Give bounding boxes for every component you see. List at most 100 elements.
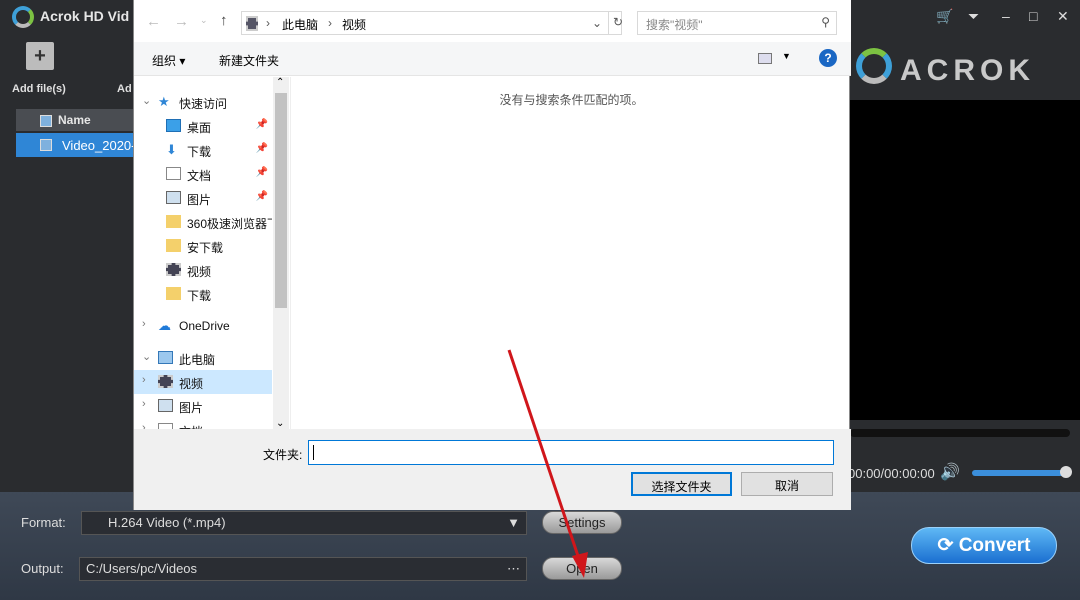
select-folder-dialog: ← → ⌄ ↑ › 此电脑 › 视频 ⌄ ↻ 搜索"视频" ⚲ 组织 ▾ 新建文件… (133, 0, 851, 510)
download-icon: ⬇ (166, 142, 177, 157)
cart-icon[interactable]: 🛒 (936, 8, 953, 25)
search-input[interactable]: 搜索"视频" ⚲ (637, 11, 837, 35)
nav-item-label: 视频 (187, 265, 212, 279)
search-icon[interactable]: ⚲ (821, 15, 830, 29)
format-select[interactable]: H.264 Video (*.mp4) ▼ (81, 511, 527, 535)
add-files-button[interactable]: Add file(s) (12, 83, 66, 95)
scrollbar-thumb[interactable] (275, 93, 287, 308)
nav-item[interactable]: 视频 (134, 258, 272, 282)
breadcrumb-pc[interactable]: 此电脑 (282, 16, 318, 33)
open-button[interactable]: Open (542, 557, 622, 580)
output-label: Output: (21, 561, 64, 576)
volume-slider[interactable] (972, 470, 1068, 476)
cancel-button[interactable]: 取消 (741, 472, 833, 496)
cloud-icon: ☁ (158, 318, 171, 333)
nav-item[interactable]: ›文档 (134, 418, 272, 429)
nav-item-label: 文档 (187, 169, 212, 183)
video-folder-icon (246, 16, 258, 31)
folder-input[interactable] (308, 440, 834, 465)
settings-button[interactable]: Settings (542, 511, 622, 534)
checkbox[interactable] (40, 139, 52, 151)
organize-menu[interactable]: 组织 ▾ (152, 52, 185, 69)
refresh-icon[interactable]: ↻ (613, 15, 623, 29)
history-chevron-icon[interactable]: ⌄ (592, 16, 602, 30)
back-icon[interactable]: ← (146, 13, 161, 30)
convert-button[interactable]: ⟳ Convert (911, 527, 1057, 564)
app-logo-icon (12, 6, 34, 28)
nav-item[interactable]: › 视频 (134, 370, 272, 394)
add-files-icon[interactable]: + (26, 42, 54, 70)
forward-icon[interactable]: → (174, 13, 189, 30)
nav-item[interactable]: ⬇ 下载 📌 (134, 138, 272, 162)
pin-icon[interactable]: 📌 (256, 191, 268, 202)
output-field[interactable]: C:/Users/pc/Videos ⋯ (79, 557, 527, 581)
add-other-button[interactable]: Ad (117, 83, 132, 95)
nav-item[interactable]: 文档 📌 (134, 162, 272, 186)
folder-icon (166, 287, 181, 300)
volume-knob[interactable] (1060, 466, 1072, 478)
brand-logo: ACROK (900, 54, 1035, 87)
address-bar[interactable]: › 此电脑 › 视频 ⌄ ↻ (241, 11, 623, 35)
breadcrumb-videos[interactable]: 视频 (342, 16, 366, 33)
chevron-down-icon[interactable]: ▼ (507, 515, 520, 530)
dialog-footer: 文件夹: 选择文件夹 取消 (134, 429, 851, 510)
expand-icon[interactable]: ⌄ (142, 350, 151, 363)
navigation-pane: ⌄ ★ 快速访问 桌面 📌 ⬇ 下载 📌 文档 📌 图片 📌 360极速浏览器下 安下载 视频 下载 › ☁ One… (134, 77, 289, 429)
file-list[interactable]: 没有与搜索条件匹配的项。 (290, 77, 851, 429)
star-icon: ★ (158, 94, 170, 109)
nav-item[interactable]: ⌄ ★ 快速访问 (134, 90, 272, 114)
nav-item-label: 360极速浏览器下 (187, 217, 272, 231)
format-value: H.264 Video (*.mp4) (108, 515, 226, 530)
nav-item-label: 图片 (187, 193, 212, 207)
recent-chevron-icon[interactable]: ⌄ (200, 15, 208, 26)
list-item[interactable]: Video_2020- (16, 133, 136, 157)
select-folder-button[interactable]: 选择文件夹 (631, 472, 732, 496)
folder-label: 文件夹: (263, 448, 303, 462)
checkbox-all[interactable] (40, 115, 52, 127)
nav-bar: ← → ⌄ ↑ › 此电脑 › 视频 ⌄ ↻ 搜索"视频" ⚲ (134, 0, 851, 42)
expand-icon[interactable]: › (142, 398, 146, 410)
list-header[interactable]: Name (16, 109, 136, 131)
expand-icon[interactable]: › (142, 374, 146, 386)
document-icon (166, 167, 181, 180)
up-icon[interactable]: ↑ (220, 12, 228, 29)
file-name: Video_2020- (62, 138, 136, 153)
pin-icon[interactable]: 📌 (256, 167, 268, 178)
nav-item[interactable]: 360极速浏览器下 (134, 210, 272, 234)
nav-item[interactable]: 安下载 (134, 234, 272, 258)
view-icon[interactable] (758, 53, 772, 64)
help-icon[interactable]: ? (819, 49, 837, 67)
nav-item-label: 视频 (179, 377, 204, 391)
expand-icon[interactable]: › (142, 422, 146, 429)
preview-area (850, 100, 1080, 420)
nav-item[interactable]: 桌面 📌 (134, 114, 272, 138)
format-label: Format: (21, 515, 66, 530)
nav-item[interactable]: 图片 📌 (134, 186, 272, 210)
picture-icon (158, 399, 173, 412)
computer-icon (158, 351, 173, 364)
expand-icon[interactable]: ⌄ (142, 94, 151, 107)
new-folder-button[interactable]: 新建文件夹 (219, 52, 279, 69)
nav-item-label: 图片 (179, 401, 204, 415)
menu-icon[interactable]: ⏷ (968, 8, 979, 25)
nav-item[interactable]: › ☁ OneDrive (134, 314, 272, 338)
empty-message: 没有与搜索条件匹配的项。 (499, 93, 644, 107)
nav-item-label: OneDrive (179, 319, 230, 333)
output-value: C:/Users/pc/Videos (86, 561, 198, 576)
progress-slider[interactable] (850, 429, 1070, 437)
minimize-icon[interactable]: – (1002, 8, 1010, 24)
browse-button[interactable]: ⋯ (507, 561, 520, 577)
video-icon (166, 263, 181, 276)
view-chevron-icon[interactable]: ▼ (782, 51, 791, 61)
nav-item[interactable]: ⌄ 此电脑 (134, 346, 272, 370)
maximize-icon[interactable]: □ (1029, 8, 1037, 24)
nav-item-label: 快速访问 (179, 97, 228, 111)
pin-icon[interactable]: 📌 (256, 119, 268, 130)
nav-item[interactable]: › 图片 (134, 394, 272, 418)
nav-item[interactable]: 下载 (134, 282, 272, 306)
desktop-icon (166, 119, 181, 132)
close-icon[interactable]: ✕ (1057, 8, 1069, 25)
expand-icon[interactable]: › (142, 318, 146, 330)
pin-icon[interactable]: 📌 (256, 143, 268, 154)
volume-icon[interactable]: 🔊 (940, 462, 960, 482)
